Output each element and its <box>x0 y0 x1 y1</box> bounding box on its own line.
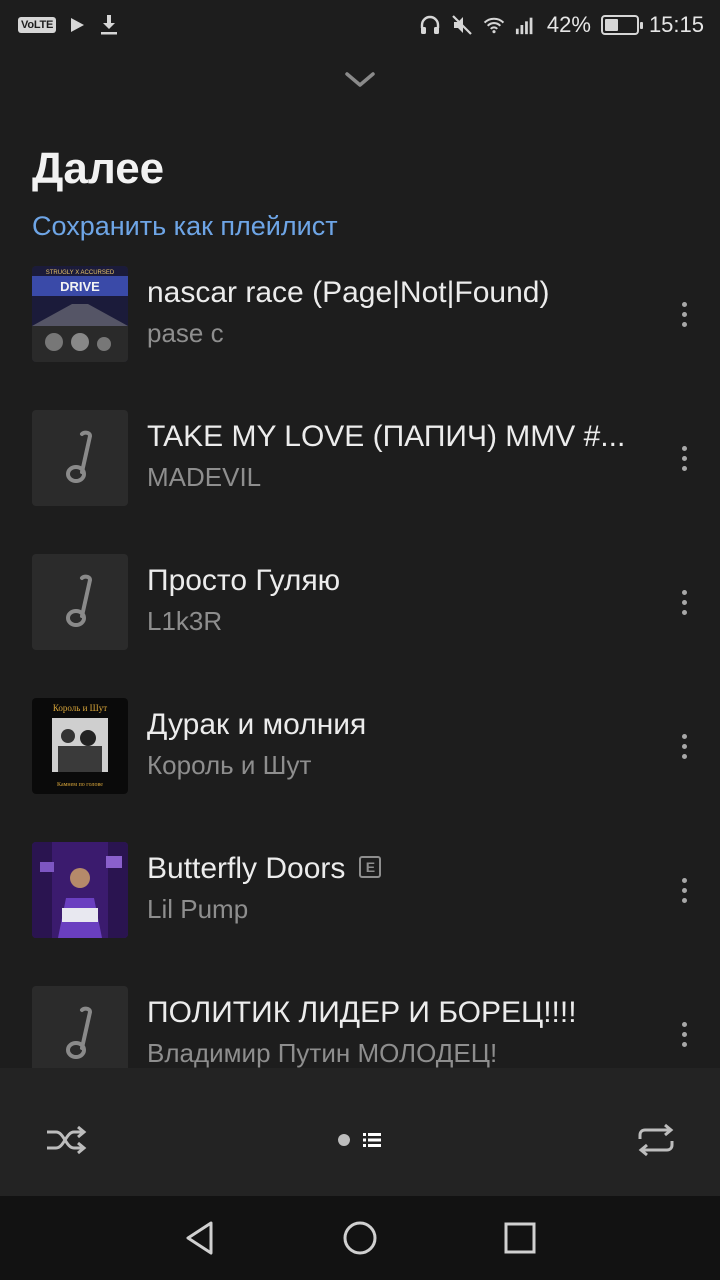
status-bar-left: VoLTE <box>18 14 120 36</box>
page-title: Далее <box>32 144 165 193</box>
more-vert-icon <box>681 733 687 739</box>
headset-icon <box>419 14 441 36</box>
track-thumbnail <box>32 554 128 650</box>
play-icon <box>66 14 88 36</box>
more-options-button[interactable] <box>664 294 704 334</box>
volte-icon: VoLTE <box>18 17 57 33</box>
track-title: nascar race (Page|Not|Found) <box>147 276 639 310</box>
track-thumbnail <box>32 842 128 938</box>
drive-cover-title: DRIVE <box>60 279 100 294</box>
track-artist: pase c <box>147 318 224 348</box>
track-artist: Король и Шут <box>147 750 312 780</box>
queue-track-row[interactable]: ПОЛИТИК ЛИДЕР И БОРЕЦ!!!! Владимир Путин … <box>0 978 720 1068</box>
wifi-icon <box>483 14 505 36</box>
track-thumbnail: Король и Шут Камнем по голове <box>32 698 128 794</box>
kish-cover-art: Король и Шут Камнем по голове <box>32 698 128 794</box>
recents-button[interactable] <box>498 1216 542 1260</box>
track-thumbnail <box>32 986 128 1068</box>
pager-dot[interactable] <box>338 1134 350 1146</box>
chevron-down-icon <box>345 72 375 87</box>
repeat-button[interactable] <box>632 1120 680 1160</box>
track-title: Дурак и молния <box>147 708 639 742</box>
more-vert-icon <box>681 1021 687 1027</box>
status-bar: VoLTE 42% 15:15 <box>0 0 720 50</box>
back-triangle-icon <box>186 1221 213 1255</box>
track-artist: MADEVIL <box>147 462 262 492</box>
explicit-badge-icon: E <box>359 856 382 879</box>
track-artist: L1k3R <box>147 606 223 636</box>
home-circle-icon <box>343 1221 377 1255</box>
track-title: TAKE MY LOVE (ПАПИЧ) MMV #... <box>147 420 639 454</box>
more-options-button[interactable] <box>664 438 704 478</box>
more-options-button[interactable] <box>664 870 704 910</box>
kish-cover-bottom-text: Камнем по голове <box>57 782 103 788</box>
status-bar-right: 42% 15:15 <box>419 12 704 38</box>
download-icon <box>98 14 120 36</box>
music-note-icon <box>66 1006 93 1059</box>
track-thumbnail <box>32 410 128 506</box>
more-vert-icon <box>681 589 687 595</box>
drive-cover-art: STRUGLY X ACCURSED DRIVE <box>32 266 128 362</box>
kish-cover-top-text: Король и Шут <box>53 703 107 713</box>
more-options-button[interactable] <box>664 582 704 622</box>
track-title-text: TAKE MY LOVE (ПАПИЧ) MMV #... <box>147 420 626 453</box>
music-note-icon <box>66 430 93 483</box>
track-title: Butterfly Doors E <box>147 852 639 886</box>
queue-track-row[interactable]: STRUGLY X ACCURSED DRIVE nascar race (Page… <box>0 258 720 402</box>
lilpump-cover-art <box>32 842 128 938</box>
track-title: ПОЛИТИК ЛИДЕР И БОРЕЦ!!!! <box>147 996 639 1030</box>
queue-track-row[interactable]: Butterfly Doors E Lil Pump <box>0 834 720 978</box>
system-navigation-bar <box>0 1196 720 1280</box>
track-title-text: Просто Гуляю <box>147 564 341 597</box>
save-as-playlist-link[interactable]: Сохранить как плейлист <box>32 211 338 242</box>
shuffle-icon <box>47 1125 87 1155</box>
track-title-text: ПОЛИТИК ЛИДЕР И БОРЕЦ!!!! <box>147 996 577 1029</box>
track-title: Просто Гуляю <box>147 564 639 598</box>
drive-cover-top-text: STRUGLY X ACCURSED <box>46 270 115 276</box>
mute-icon <box>451 14 473 36</box>
more-vert-icon <box>681 301 687 307</box>
home-button[interactable] <box>338 1216 382 1260</box>
battery-percent: 42% <box>546 12 591 37</box>
queue-track-row[interactable]: Король и Шут Камнем по голове Дурак и молн… <box>0 690 720 834</box>
repeat-icon <box>638 1123 674 1157</box>
track-thumbnail: STRUGLY X ACCURSED DRIVE <box>32 266 128 362</box>
more-options-button[interactable] <box>664 726 704 766</box>
more-vert-icon <box>681 445 687 451</box>
battery-icon <box>600 15 643 35</box>
collapse-chevron-button[interactable] <box>340 64 380 96</box>
clock: 15:15 <box>648 12 704 37</box>
queue-list-icon[interactable] <box>362 1130 382 1150</box>
queue-track-row[interactable]: Просто Гуляю L1k3R <box>0 546 720 690</box>
back-button[interactable] <box>178 1216 222 1260</box>
music-note-icon <box>66 574 93 627</box>
track-artist: Lil Pump <box>147 894 249 924</box>
more-options-button[interactable] <box>664 1014 704 1054</box>
shuffle-button[interactable] <box>42 1120 90 1160</box>
player-controls <box>0 1068 720 1196</box>
signal-icon <box>515 14 537 36</box>
track-artist: Владимир Путин МОЛОДЕЦ! <box>147 1038 498 1068</box>
track-title-text: nascar race (Page|Not|Found) <box>147 276 550 309</box>
queue-track-row[interactable]: TAKE MY LOVE (ПАПИЧ) MMV #... MADEVIL <box>0 402 720 546</box>
track-title-text: Butterfly Doors <box>147 852 346 885</box>
track-title-text: Дурак и молния <box>147 708 367 741</box>
recents-square-icon <box>504 1222 536 1254</box>
queue-list: STRUGLY X ACCURSED DRIVE nascar race (Page… <box>0 258 720 1068</box>
more-vert-icon <box>681 877 687 883</box>
